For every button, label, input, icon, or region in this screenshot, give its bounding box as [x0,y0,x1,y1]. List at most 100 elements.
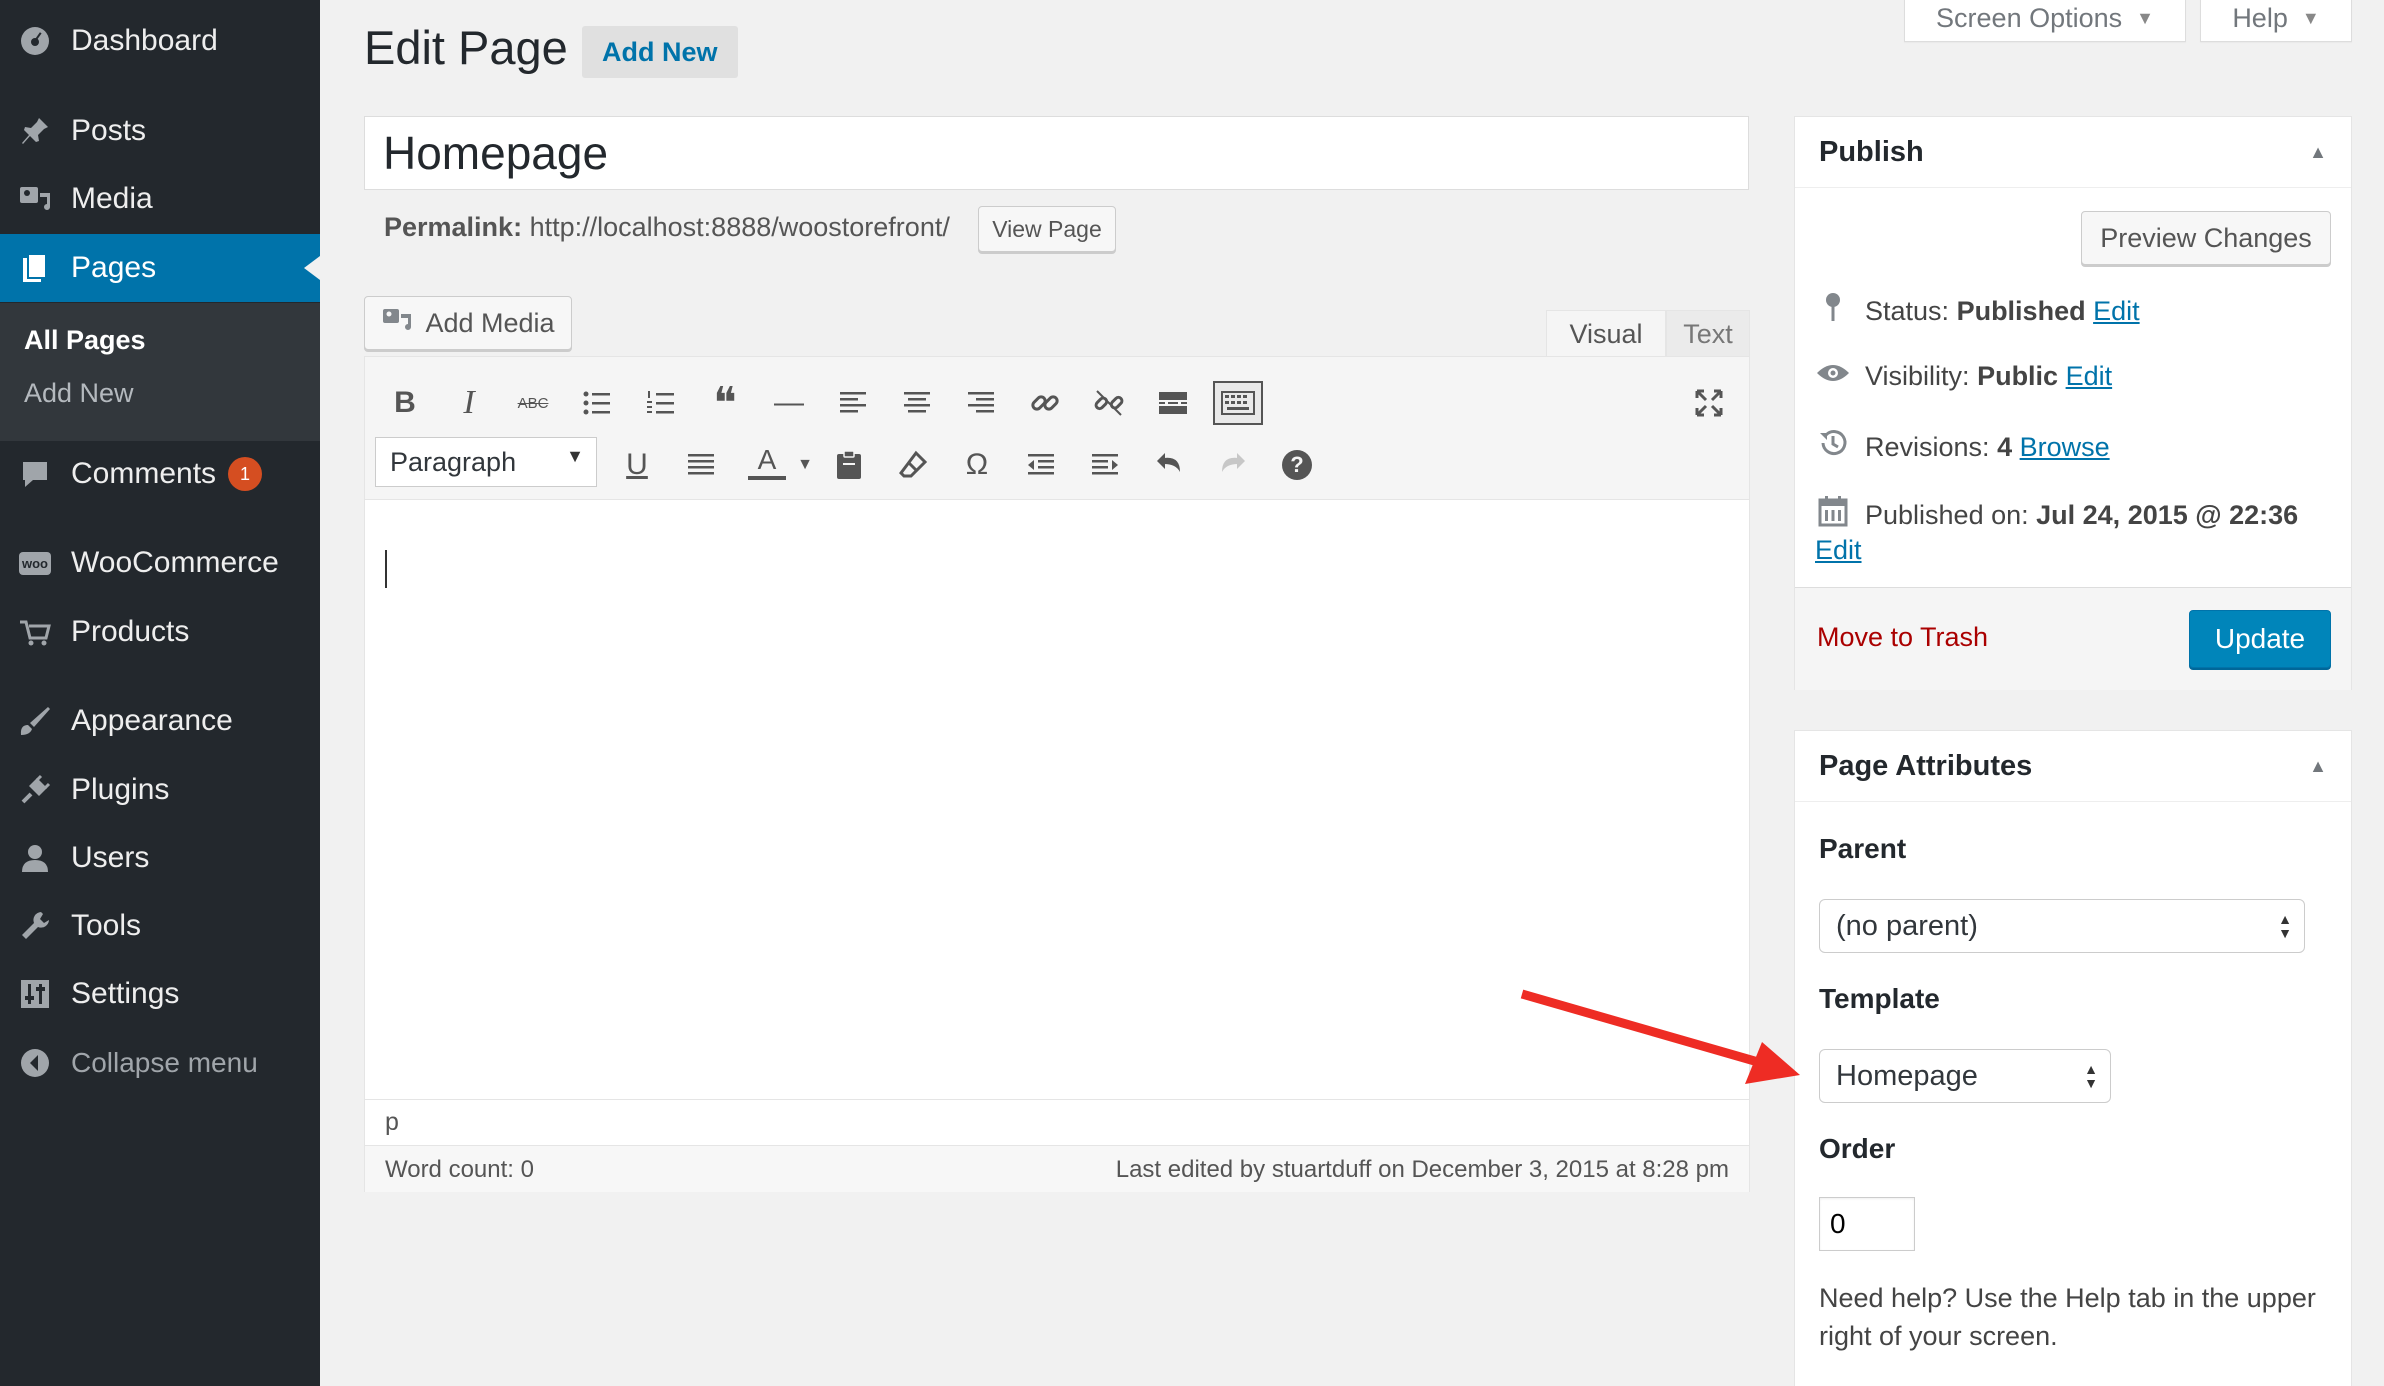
sliders-icon [15,974,55,1014]
align-left-button[interactable] [833,383,873,423]
read-more-button[interactable] [1153,383,1193,423]
format-select[interactable]: Paragraph ▼ [375,437,597,487]
published-on-value: Jul 24, 2015 @ 22:36 [2036,499,2299,530]
tab-text[interactable]: Text [1666,310,1750,358]
sidebar-item-settings[interactable]: Settings [0,960,320,1028]
move-to-trash-link[interactable]: Move to Trash [1817,622,1988,653]
sidebar-item-label: Dashboard [71,24,218,57]
outdent-button[interactable] [1021,445,1061,485]
collapse-arrow-icon[interactable]: ▲ [2309,756,2327,777]
submenu-add-new[interactable]: Add New [24,378,134,409]
page-attributes-title: Page Attributes [1819,749,2033,782]
admin-sidebar: Dashboard Posts Media Pages All Pages Ad… [0,0,320,1386]
sidebar-item-posts[interactable]: Posts [0,97,320,165]
sidebar-item-pages[interactable]: Pages [0,234,320,302]
sidebar-item-appearance[interactable]: Appearance [0,687,320,755]
strikethrough-button[interactable]: ABC [513,383,553,423]
browse-revisions-link[interactable]: Browse [2020,432,2110,463]
insert-link-button[interactable] [1025,383,1065,423]
preview-changes-button[interactable]: Preview Changes [2081,211,2331,265]
permalink-url[interactable]: http://localhost:8888/woostorefront/ [530,212,950,242]
sidebar-item-comments[interactable]: Comments 1 [0,440,320,508]
page-attributes-header[interactable]: Page Attributes ▲ [1795,731,2351,802]
text-color-glyph: A [757,444,777,475]
visibility-row: Visibility: Public Edit [1813,359,2112,393]
redo-button[interactable] [1213,445,1253,485]
undo-button[interactable] [1149,445,1189,485]
published-on-label: Published on: [1865,499,2029,530]
edit-status-link[interactable]: Edit [2093,296,2140,327]
sidebar-item-dashboard[interactable]: Dashboard [0,7,320,75]
woo-icon: woo [15,543,55,583]
brush-icon [15,701,55,741]
view-page-button[interactable]: View Page [978,206,1116,252]
align-center-button[interactable] [897,383,937,423]
text-color-button[interactable]: A [743,443,791,483]
sidebar-item-label: Pages [71,251,157,284]
clear-formatting-button[interactable] [893,445,933,485]
caret-down-icon: ▼ [2301,7,2320,28]
published-on-row: Published on: Jul 24, 2015 @ 22:36 [1813,495,2298,535]
add-media-icon [381,305,415,342]
submenu-all-pages[interactable]: All Pages [24,325,146,356]
order-input[interactable] [1819,1197,1915,1251]
pages-icon [15,248,55,288]
template-select-value: Homepage [1836,1059,1978,1092]
text-cursor [385,550,387,588]
unlink-button[interactable] [1089,383,1129,423]
underline-button[interactable]: U [617,445,657,485]
sidebar-item-media[interactable]: Media [0,165,320,233]
align-right-button[interactable] [961,383,1001,423]
justify-button[interactable] [681,445,721,485]
publish-box-header[interactable]: Publish ▲ [1795,117,2351,188]
indent-button[interactable] [1085,445,1125,485]
bold-button[interactable]: B [385,383,425,423]
fullscreen-button[interactable] [1689,383,1729,423]
add-media-label: Add Media [425,307,555,338]
sidebar-collapse-menu[interactable]: Collapse menu [0,1029,320,1097]
sidebar-item-plugins[interactable]: Plugins [0,756,320,824]
numbered-list-button[interactable] [641,383,681,423]
edit-visibility-link[interactable]: Edit [2066,361,2113,392]
sidebar-item-users[interactable]: Users [0,824,320,892]
collapse-arrow-icon[interactable]: ▲ [2309,142,2327,163]
update-button[interactable]: Update [2189,610,2331,668]
chevron-down-icon: ▼ [566,446,584,466]
calendar-icon [1813,495,1853,535]
tab-visual[interactable]: Visual [1546,310,1666,358]
keyboard-shortcuts-button[interactable]: ? [1277,445,1317,485]
parent-label: Parent [1819,833,1907,864]
unlink-icon [1094,390,1124,416]
screen-options-button[interactable]: Screen Options ▼ [1904,0,2186,42]
page-title: Edit Page [364,21,568,74]
special-character-button[interactable]: Ω [957,445,997,485]
toolbar-toggle-button[interactable] [1213,381,1263,425]
blockquote-button[interactable]: ❝ [705,379,745,428]
pin-icon [15,111,55,151]
template-select[interactable]: Homepage ▲ ▼ [1819,1049,2111,1103]
sidebar-item-tools[interactable]: Tools [0,892,320,960]
element-path[interactable]: p [385,1108,399,1137]
keyboard-icon [1221,391,1255,415]
visibility-label: Visibility: [1865,360,1970,391]
text-color-swatch [748,476,786,480]
bullet-list-button[interactable] [577,383,617,423]
add-media-button[interactable]: Add Media [364,296,572,350]
italic-button[interactable]: I [449,383,489,423]
permalink-label: Permalink: [384,212,523,242]
numbered-list-icon [647,391,674,414]
edit-date-link[interactable]: Edit [1815,535,1862,566]
last-edited: Last edited by stuartduff on December 3,… [1115,1156,1729,1183]
eraser-icon [899,450,928,478]
help-button[interactable]: Help ▼ [2200,0,2352,42]
post-title-input[interactable] [364,116,1749,190]
parent-select[interactable]: (no parent) ▲ ▼ [1819,899,2305,953]
horizontal-line-button[interactable]: — [769,383,809,423]
caret-down-icon: ▼ [2136,7,2154,28]
plug-icon [15,770,55,810]
add-new-button[interactable]: Add New [582,26,738,78]
sidebar-item-products[interactable]: Products [0,598,320,666]
sidebar-item-woocommerce[interactable]: woo WooCommerce [0,529,320,597]
paste-text-button[interactable] [829,445,869,485]
text-color-dropdown[interactable]: ▼ [793,445,817,485]
